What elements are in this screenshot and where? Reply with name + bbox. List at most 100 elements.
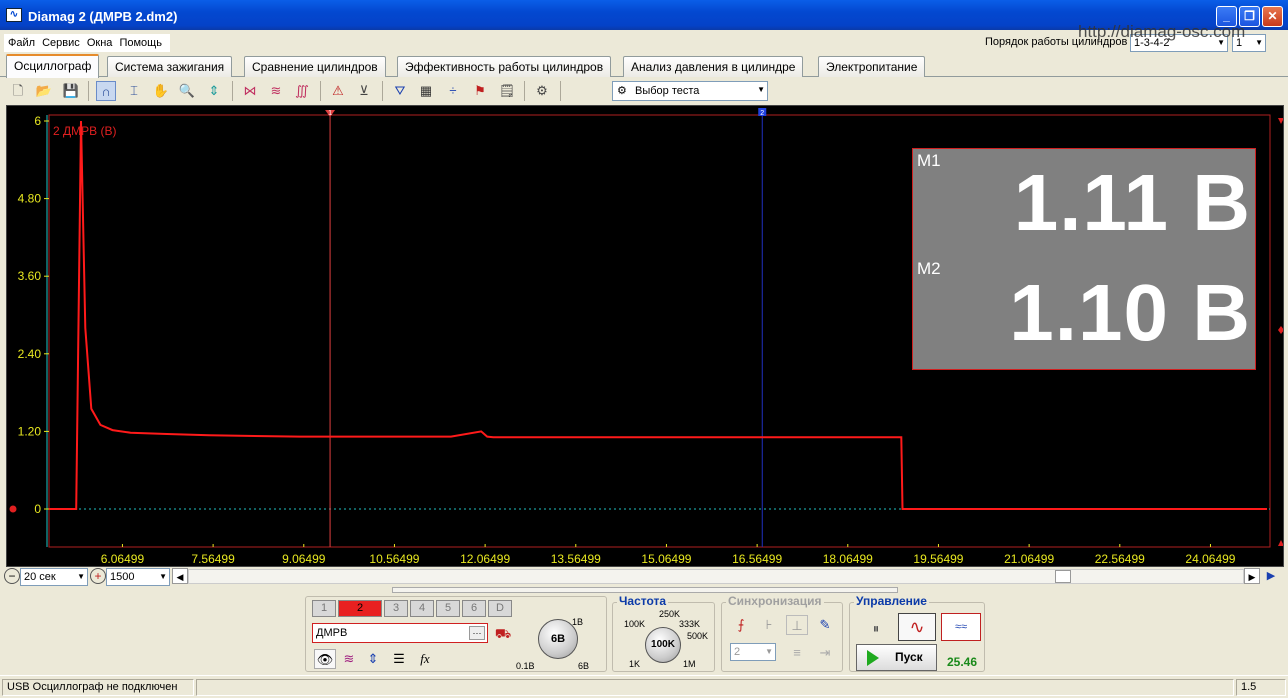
zoom-icon[interactable]: 🔍 — [177, 81, 197, 101]
channel-3-button[interactable]: 3 — [384, 600, 408, 617]
sensor-settings-icon[interactable]: ⛟ — [492, 624, 514, 644]
channel-name-value: ДМРВ — [316, 627, 348, 639]
sine-mode-icon[interactable]: ∿ — [898, 613, 936, 641]
open-folder-icon[interactable]: 📂 — [34, 81, 54, 101]
sync-level-icon[interactable]: ≡ — [786, 643, 808, 663]
chevron-down-icon: ▼ — [765, 647, 773, 656]
sync-auto-icon[interactable]: ✎ — [814, 615, 836, 635]
cursor-mode-icon[interactable]: ∩ — [96, 81, 116, 101]
menu-windows[interactable]: Окна — [87, 37, 113, 49]
wave-filter-icon[interactable]: ≋ — [338, 649, 360, 669]
window-title: Diamag 2 (ДМРВ 2.dm2) — [28, 9, 178, 24]
status-bar: USB Осциллограф не подключен 1.5 — [0, 675, 1288, 698]
compress-icon[interactable]: ⋈ — [240, 81, 260, 101]
scroll-right-button[interactable]: ▶ — [1244, 568, 1260, 584]
channel-5-button[interactable]: 5 — [436, 600, 460, 617]
tab-cylinder-efficiency[interactable]: Эффективность работы цилиндров — [397, 56, 612, 77]
test-gear-icon: ⚙ — [617, 85, 627, 97]
play-forward-icon[interactable]: ▶ — [1262, 568, 1280, 584]
marker-2-label: 2 — [760, 110, 764, 117]
auto-scale-icon[interactable]: ⇕ — [204, 81, 224, 101]
y-tick-label: 4.80 — [18, 192, 42, 206]
x-tick-label: 22.56499 — [1095, 552, 1145, 566]
new-file-icon[interactable]: 🗋 — [8, 81, 28, 101]
menu-help[interactable]: Помощь — [119, 37, 162, 49]
zoom-in-icon[interactable]: + — [90, 568, 106, 584]
function-icon[interactable]: fx — [414, 649, 436, 669]
m2-label: M2 — [917, 259, 941, 278]
auto-settings-icon[interactable]: ⚙ — [532, 81, 552, 101]
play-icon — [867, 650, 879, 666]
x-tick-label: 18.06499 — [823, 552, 873, 566]
menu-file[interactable]: Файл — [8, 37, 35, 49]
waves-compare-icon[interactable]: ∭ — [292, 81, 312, 101]
sync-fall-icon[interactable]: ⊥ — [786, 615, 808, 635]
channel-label: 2 ДМРВ (В) — [53, 124, 117, 138]
tab-pressure-analysis[interactable]: Анализ давления в цилиндре — [623, 56, 804, 77]
toolbar: 🗋 📂 💾 ∩ ⌶ ✋ 🔍 ⇕ ⋈ ≋ ∭ ⚠ ⊻ ⛛ ▦ ÷ ⚑ 🗒 ⚙ ⚙ В… — [0, 78, 1288, 104]
app-icon: ∿ — [6, 8, 22, 22]
sync-channel-select[interactable]: 2 ▼ — [730, 643, 776, 661]
notes-icon[interactable]: 🗒 — [497, 81, 517, 101]
waves-icon[interactable]: ≋ — [266, 81, 286, 101]
zero-offset-icon[interactable]: ⊻ — [354, 81, 374, 101]
split-icon[interactable]: ÷ — [443, 81, 463, 101]
scroll-left-button[interactable]: ◀ — [172, 568, 188, 584]
channel-d-button[interactable]: D — [488, 600, 512, 617]
channel-6-button[interactable]: 6 — [462, 600, 486, 617]
freq-label-1m: 1M — [683, 659, 696, 669]
points-select[interactable]: 1500 ▼ — [106, 568, 170, 586]
marker-1-label: 1 — [328, 110, 332, 117]
chevron-down-icon: ▼ — [757, 85, 765, 94]
browse-button[interactable]: ··· — [469, 626, 485, 640]
test-select[interactable]: ⚙ Выбор теста ▼ — [612, 81, 768, 101]
sync-rise-icon[interactable]: ⊦ — [758, 615, 780, 635]
y-tick-label: 3.60 — [18, 269, 42, 283]
close-button[interactable]: ✕ — [1262, 6, 1283, 27]
hand-pan-icon[interactable]: ✋ — [151, 81, 171, 101]
toolbar-divider — [382, 81, 383, 101]
channel-2-button[interactable]: 2 — [338, 600, 382, 617]
menu-service[interactable]: Сервис — [42, 37, 80, 49]
channel-1-button[interactable]: 1 — [312, 600, 336, 617]
pause-icon[interactable]: ⏸ — [862, 617, 890, 641]
eye-icon[interactable]: 👁 — [314, 649, 336, 669]
tab-ignition[interactable]: Система зажигания — [107, 56, 233, 77]
scrollbar-thumb[interactable] — [1055, 570, 1071, 583]
noise-mode-icon[interactable]: ≈≈ — [941, 613, 981, 641]
status-middle — [196, 679, 1234, 696]
run-button[interactable]: Пуск — [856, 644, 937, 671]
control-title: Управление — [854, 594, 929, 608]
x-tick-label: 16.56499 — [732, 552, 782, 566]
rising-edge-icon[interactable]: ⨍ — [730, 615, 752, 635]
frequency-knob[interactable]: 100K — [645, 627, 681, 663]
measure-cursor-icon[interactable]: ⌶ — [124, 81, 144, 101]
save-icon[interactable]: 💾 — [61, 81, 81, 101]
timebase-bar: − 20 сек ▼ + 1500 ▼ ◀ ▶ ▶ — [0, 567, 1288, 587]
channel-4-button[interactable]: 4 — [410, 600, 434, 617]
horizontal-scrollbar[interactable] — [188, 569, 1244, 584]
tab-power[interactable]: Электропитание — [818, 56, 926, 77]
x-tick-label: 24.06499 — [1185, 552, 1235, 566]
freq-label-333k: 333K — [679, 619, 701, 629]
grid-icon[interactable]: ▦ — [416, 81, 436, 101]
run-label: Пуск — [895, 650, 923, 664]
auto-trigger-icon[interactable]: ⚠ — [328, 81, 348, 101]
zoom-out-icon[interactable]: − — [4, 568, 20, 584]
tab-cylinder-compare[interactable]: Сравнение цилиндров — [244, 56, 386, 77]
scroll-up-marker — [1278, 118, 1283, 124]
timebase-select[interactable]: 20 сек ▼ — [20, 568, 88, 586]
sync-center-icon[interactable]: ⇥ — [814, 643, 836, 663]
channel-name-field[interactable]: ДМРВ ··· — [312, 623, 488, 643]
frequency-title: Частота — [617, 594, 669, 608]
filter-icon[interactable]: ⛛ — [390, 81, 410, 101]
chevron-down-icon: ▼ — [77, 572, 85, 581]
lines-icon[interactable]: ☰ — [388, 649, 410, 669]
tab-oscilloscope[interactable]: Осциллограф — [6, 54, 100, 78]
freq-label-250k: 250K — [659, 609, 681, 619]
x-tick-label: 12.06499 — [460, 552, 510, 566]
menu: Файл Сервис Окна Помощь — [4, 34, 170, 52]
vertical-offset-icon[interactable]: ⇕ — [362, 649, 384, 669]
panel-splitter[interactable] — [392, 587, 898, 593]
marker-flag-icon[interactable]: ⚑ — [470, 81, 490, 101]
